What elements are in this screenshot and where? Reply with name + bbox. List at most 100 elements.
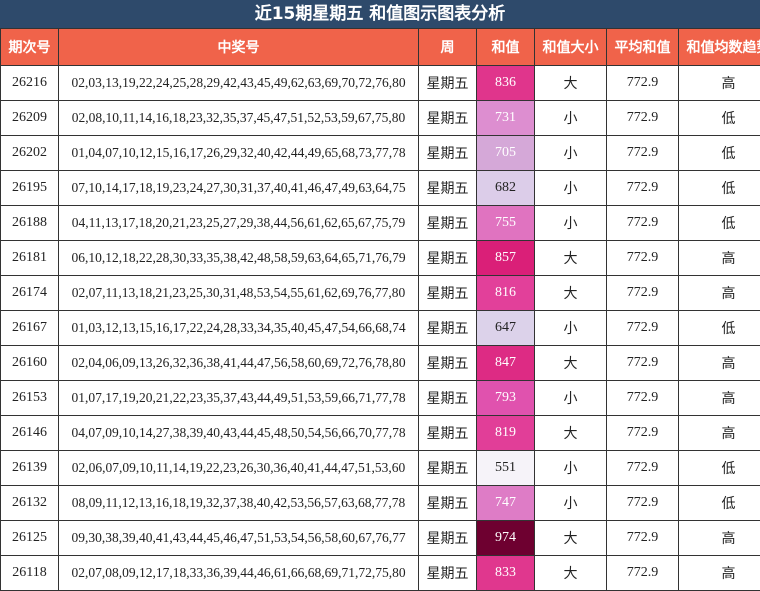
cell-sum-size: 小 <box>535 206 607 241</box>
cell-weekday: 星期五 <box>419 311 477 346</box>
header-numbers: 中奖号 <box>59 29 419 66</box>
cell-sum: 974 <box>477 521 535 556</box>
cell-average-sum: 772.9 <box>607 486 679 521</box>
cell-numbers: 01,07,17,19,20,21,22,23,35,37,43,44,49,5… <box>59 381 419 416</box>
cell-sum: 816 <box>477 276 535 311</box>
cell-numbers: 01,04,07,10,12,15,16,17,26,29,32,40,42,4… <box>59 136 419 171</box>
cell-weekday: 星期五 <box>419 241 477 276</box>
table-row: 2618106,10,12,18,22,28,30,33,35,38,42,48… <box>1 241 760 276</box>
cell-average-sum: 772.9 <box>607 346 679 381</box>
header-sum: 和值 <box>477 29 535 66</box>
cell-sum-size: 小 <box>535 381 607 416</box>
cell-period: 26195 <box>1 171 59 206</box>
cell-average-sum: 772.9 <box>607 241 679 276</box>
cell-sum: 682 <box>477 171 535 206</box>
cell-average-sum: 772.9 <box>607 521 679 556</box>
cell-sum-trend: 低 <box>679 136 760 171</box>
cell-period: 26125 <box>1 521 59 556</box>
cell-sum-trend: 低 <box>679 311 760 346</box>
cell-sum: 857 <box>477 241 535 276</box>
cell-sum-trend: 低 <box>679 451 760 486</box>
cell-average-sum: 772.9 <box>607 206 679 241</box>
cell-sum-trend: 低 <box>679 101 760 136</box>
cell-sum-size: 小 <box>535 136 607 171</box>
cell-sum-size: 小 <box>535 101 607 136</box>
table-row: 2620902,08,10,11,14,16,18,23,32,35,37,45… <box>1 101 760 136</box>
cell-sum-size: 大 <box>535 416 607 451</box>
cell-average-sum: 772.9 <box>607 171 679 206</box>
table-row: 2614604,07,09,10,14,27,38,39,40,43,44,45… <box>1 416 760 451</box>
table-row: 2611802,07,08,09,12,17,18,33,36,39,44,46… <box>1 556 760 591</box>
cell-weekday: 星期五 <box>419 136 477 171</box>
cell-numbers: 02,07,11,13,18,21,23,25,30,31,48,53,54,5… <box>59 276 419 311</box>
table-row: 2616701,03,12,13,15,16,17,22,24,28,33,34… <box>1 311 760 346</box>
cell-period: 26132 <box>1 486 59 521</box>
cell-weekday: 星期五 <box>419 346 477 381</box>
header-weekday: 周 <box>419 29 477 66</box>
page-title: 近15期星期五 和值图示图表分析 <box>0 0 760 28</box>
cell-period: 26139 <box>1 451 59 486</box>
cell-period: 26160 <box>1 346 59 381</box>
cell-weekday: 星期五 <box>419 521 477 556</box>
cell-average-sum: 772.9 <box>607 136 679 171</box>
cell-numbers: 06,10,12,18,22,28,30,33,35,38,42,48,58,5… <box>59 241 419 276</box>
cell-numbers: 04,11,13,17,18,20,21,23,25,27,29,38,44,5… <box>59 206 419 241</box>
cell-period: 26146 <box>1 416 59 451</box>
cell-period: 26209 <box>1 101 59 136</box>
table-row: 2616002,04,06,09,13,26,32,36,38,41,44,47… <box>1 346 760 381</box>
table-row: 2613902,06,07,09,10,11,14,19,22,23,26,30… <box>1 451 760 486</box>
table-row: 2621602,03,13,19,22,24,25,28,29,42,43,45… <box>1 66 760 101</box>
cell-weekday: 星期五 <box>419 556 477 591</box>
cell-sum-trend: 高 <box>679 556 760 591</box>
cell-average-sum: 772.9 <box>607 451 679 486</box>
cell-sum: 705 <box>477 136 535 171</box>
table-header: 期次号 中奖号 周 和值 和值大小 平均和值 和值均数趋势 <box>1 29 760 66</box>
cell-period: 26167 <box>1 311 59 346</box>
cell-sum-size: 小 <box>535 451 607 486</box>
cell-period: 26174 <box>1 276 59 311</box>
table-row: 2618804,11,13,17,18,20,21,23,25,27,29,38… <box>1 206 760 241</box>
cell-weekday: 星期五 <box>419 276 477 311</box>
header-period: 期次号 <box>1 29 59 66</box>
cell-sum: 731 <box>477 101 535 136</box>
table-row: 2612509,30,38,39,40,41,43,44,45,46,47,51… <box>1 521 760 556</box>
cell-weekday: 星期五 <box>419 416 477 451</box>
table-body: 2621602,03,13,19,22,24,25,28,29,42,43,45… <box>1 66 760 591</box>
cell-weekday: 星期五 <box>419 381 477 416</box>
cell-period: 26181 <box>1 241 59 276</box>
table-row: 2619507,10,14,17,18,19,23,24,27,30,31,37… <box>1 171 760 206</box>
cell-sum-size: 大 <box>535 556 607 591</box>
cell-numbers: 02,06,07,09,10,11,14,19,22,23,26,30,36,4… <box>59 451 419 486</box>
cell-numbers: 07,10,14,17,18,19,23,24,27,30,31,37,40,4… <box>59 171 419 206</box>
cell-average-sum: 772.9 <box>607 416 679 451</box>
cell-period: 26188 <box>1 206 59 241</box>
cell-sum-size: 大 <box>535 241 607 276</box>
cell-period: 26118 <box>1 556 59 591</box>
cell-sum: 647 <box>477 311 535 346</box>
cell-sum-size: 大 <box>535 346 607 381</box>
cell-numbers: 08,09,11,12,13,16,18,19,32,37,38,40,42,5… <box>59 486 419 521</box>
cell-average-sum: 772.9 <box>607 311 679 346</box>
cell-sum-size: 大 <box>535 521 607 556</box>
cell-average-sum: 772.9 <box>607 101 679 136</box>
table-row: 2615301,07,17,19,20,21,22,23,35,37,43,44… <box>1 381 760 416</box>
cell-numbers: 09,30,38,39,40,41,43,44,45,46,47,51,53,5… <box>59 521 419 556</box>
cell-sum-size: 小 <box>535 311 607 346</box>
cell-numbers: 04,07,09,10,14,27,38,39,40,43,44,45,48,5… <box>59 416 419 451</box>
cell-sum-trend: 高 <box>679 346 760 381</box>
header-average-sum: 平均和值 <box>607 29 679 66</box>
cell-numbers: 02,08,10,11,14,16,18,23,32,35,37,45,47,5… <box>59 101 419 136</box>
cell-numbers: 02,03,13,19,22,24,25,28,29,42,43,45,49,6… <box>59 66 419 101</box>
cell-sum: 793 <box>477 381 535 416</box>
cell-period: 26202 <box>1 136 59 171</box>
table-row: 2617402,07,11,13,18,21,23,25,30,31,48,53… <box>1 276 760 311</box>
cell-period: 26216 <box>1 66 59 101</box>
cell-average-sum: 772.9 <box>607 276 679 311</box>
cell-sum-size: 大 <box>535 276 607 311</box>
cell-weekday: 星期五 <box>419 101 477 136</box>
cell-sum: 833 <box>477 556 535 591</box>
cell-sum-size: 小 <box>535 171 607 206</box>
cell-average-sum: 772.9 <box>607 556 679 591</box>
cell-weekday: 星期五 <box>419 486 477 521</box>
cell-weekday: 星期五 <box>419 171 477 206</box>
